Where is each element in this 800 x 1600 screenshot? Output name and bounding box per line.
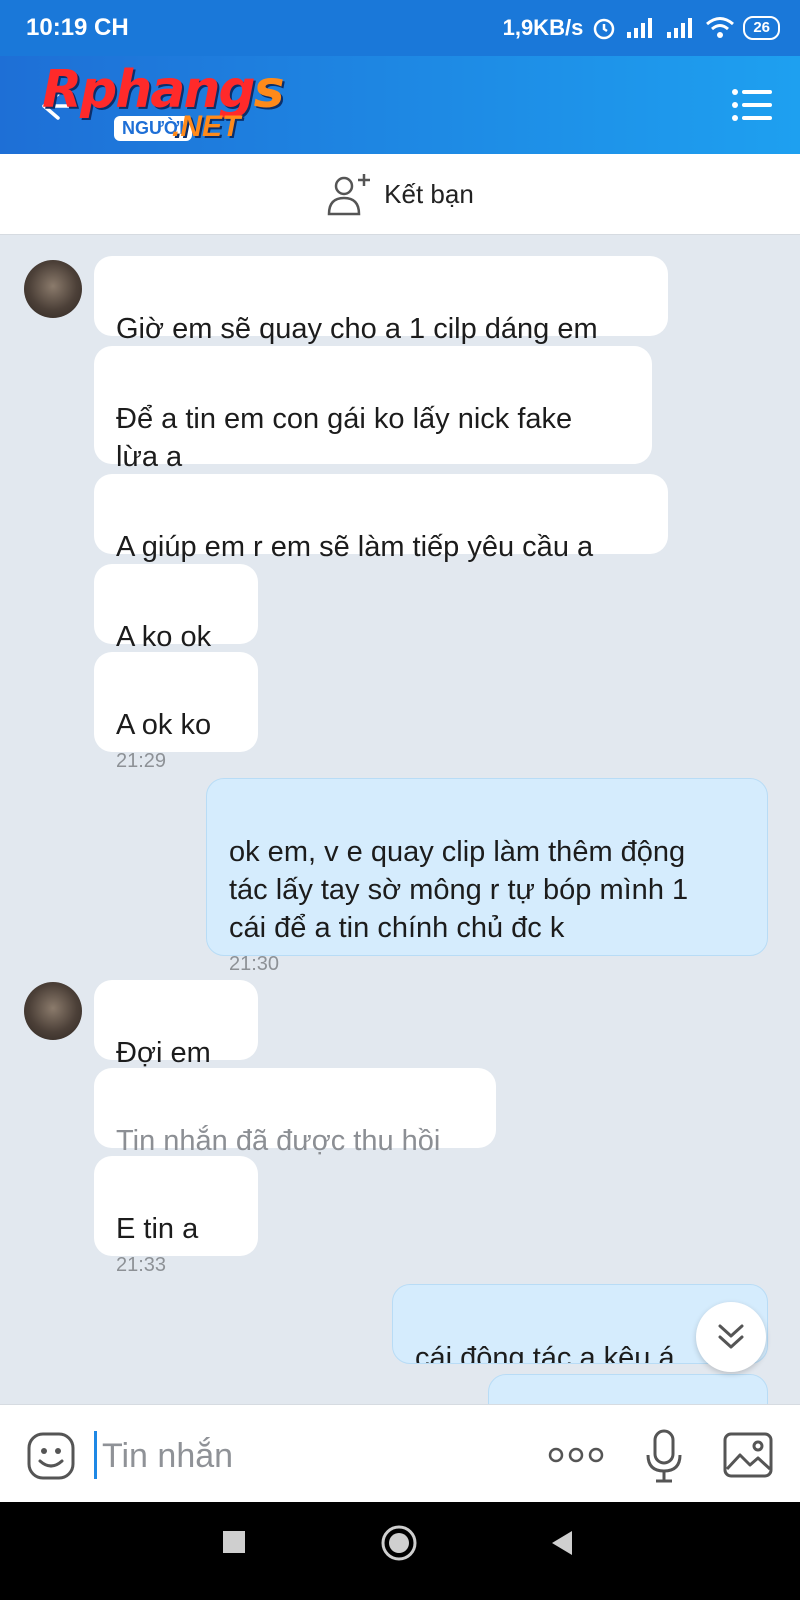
gallery-icon[interactable] — [722, 1431, 774, 1479]
message-text: Đợi em — [116, 1037, 211, 1069]
message-text: Giờ em sẽ quay cho a 1 cilp dáng em — [116, 313, 598, 345]
text-caret — [94, 1431, 97, 1479]
message-text: E tin a — [116, 1213, 199, 1245]
status-bar: 10:19 CH 1,9KB/s 26 — [0, 0, 800, 56]
message-bubble-received[interactable]: A ok ko 21:29 — [94, 652, 258, 772]
message-time: 21:33 — [116, 1254, 167, 1276]
signal-icon — [627, 18, 653, 38]
message-input-bar — [0, 1404, 800, 1503]
message-text: A giúp em r em sẽ làm tiếp yêu cầu a — [116, 531, 594, 563]
double-chevron-down-icon — [718, 1324, 744, 1349]
message-bubble-received[interactable]: Giờ em sẽ quay cho a 1 cilp dáng em — [94, 256, 668, 345]
home-icon[interactable] — [380, 1524, 418, 1562]
message-bubble-received[interactable]: E tin a 21:33 — [94, 1156, 258, 1276]
battery-indicator: 26 — [743, 16, 780, 40]
emoji-icon[interactable] — [26, 1431, 76, 1481]
alarm-icon — [594, 18, 615, 40]
network-speed: 1,9KB/s — [502, 15, 584, 40]
message-time: 21:29 — [116, 750, 167, 772]
message-bubble-received[interactable]: Đợi em — [94, 980, 258, 1069]
add-friend-icon — [327, 174, 371, 216]
status-time: 10:19 CH — [26, 14, 129, 41]
message-bubble-received[interactable]: A ko ok — [94, 564, 258, 653]
add-friend-bar[interactable]: Kết bạn — [0, 154, 800, 235]
logo-main-text: Rphangs — [42, 60, 285, 120]
wifi-icon — [706, 17, 735, 38]
back-nav-icon[interactable] — [550, 1530, 574, 1556]
hamburger-menu-icon[interactable] — [732, 88, 772, 122]
message-text: A ok ko — [116, 709, 212, 741]
microphone-icon[interactable] — [644, 1429, 684, 1483]
message-bubble-received[interactable]: A giúp em r em sẽ làm tiếp yêu cầu a — [94, 474, 668, 563]
chat-header: Rphangs NGƯỜI .NET — [0, 56, 800, 154]
message-input[interactable] — [100, 1427, 524, 1485]
contact-avatar[interactable] — [24, 982, 82, 1040]
watermark-logo: Rphangs NGƯỜI .NET — [42, 60, 292, 148]
message-bubble-sent[interactable]: ok em, v e quay clip làm thêm động tác l… — [206, 778, 768, 975]
message-text: cái động tác a kêu á — [415, 1342, 675, 1364]
system-nav-bar — [0, 1502, 800, 1600]
message-bubble-recalled[interactable]: Tin nhắn đã được thu hồi — [94, 1068, 496, 1157]
recent-apps-icon[interactable] — [222, 1530, 246, 1554]
message-text: Tin nhắn đã được thu hồi — [116, 1125, 441, 1157]
signal-icon — [667, 18, 693, 38]
scroll-down-button[interactable] — [696, 1302, 766, 1372]
message-time: 21:30 — [229, 953, 280, 975]
message-text: Để a tin em con gái ko lấy nick fake lừa… — [116, 403, 573, 473]
message-text: A ko ok — [116, 621, 212, 653]
message-bubble-sent[interactable] — [488, 1374, 768, 1404]
status-indicators: 1,9KB/s 26 — [503, 12, 780, 44]
contact-avatar[interactable] — [24, 260, 82, 318]
message-text: ok em, v e quay clip làm thêm động tác l… — [229, 836, 689, 944]
more-dots-icon[interactable] — [548, 1445, 604, 1465]
chat-messages-area[interactable]: Giờ em sẽ quay cho a 1 cilp dáng em Để a… — [0, 234, 800, 1404]
add-friend-label: Kết bạn — [384, 178, 474, 209]
logo-net-text: .NET — [172, 110, 241, 143]
message-bubble-received[interactable]: Để a tin em con gái ko lấy nick fake lừa… — [94, 346, 652, 473]
